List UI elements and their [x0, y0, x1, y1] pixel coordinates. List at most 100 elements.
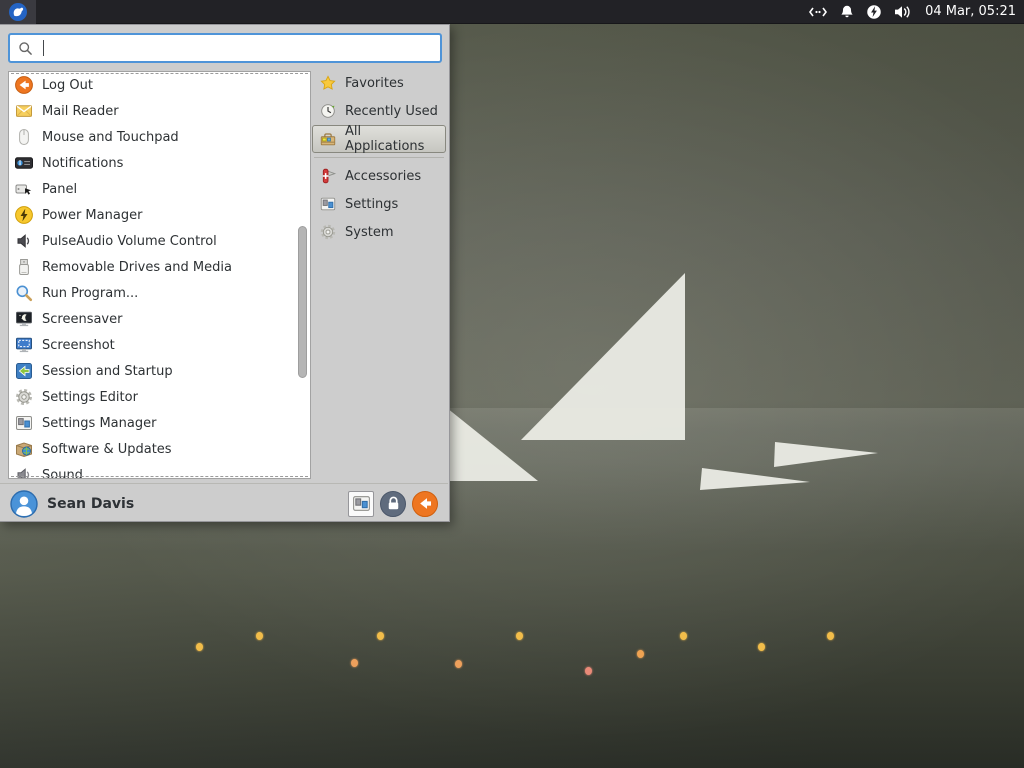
run-icon [14, 283, 34, 303]
list-item[interactable]: Settings Editor [9, 384, 310, 410]
notifications-icon [14, 153, 34, 173]
app-label: Settings Manager [42, 416, 156, 431]
category-label: Settings [345, 197, 398, 212]
category-label: All Applications [345, 124, 439, 154]
app-label: Panel [42, 182, 77, 197]
category-list: Favorites Recently Used All Applications Ac… [312, 69, 446, 246]
list-item[interactable]: Software & Updates [9, 436, 310, 462]
power-icon [14, 205, 34, 225]
list-item[interactable]: Session and Startup [9, 358, 310, 384]
category-item-system[interactable]: System [312, 218, 446, 246]
whisker-menu-button[interactable] [0, 0, 36, 24]
app-label: Software & Updates [42, 442, 172, 457]
clock-icon [319, 102, 337, 120]
list-item[interactable]: Mail Reader [9, 98, 310, 124]
sound-icon [14, 465, 34, 479]
whisker-menu-icon [8, 2, 28, 22]
app-label: Mouse and Touchpad [42, 130, 179, 145]
settings-manager-button[interactable] [348, 491, 374, 517]
pulseaudio-icon [14, 231, 34, 251]
user-name: Sean Davis [47, 496, 134, 512]
bell-icon[interactable] [839, 4, 855, 20]
system-tray: 04 Mar, 05:21 [807, 4, 1024, 20]
list-item[interactable]: Mouse and Touchpad [9, 124, 310, 150]
list-item[interactable]: PulseAudio Volume Control [9, 228, 310, 254]
app-label: Log Out [42, 78, 93, 93]
whisker-menu: Log Out Mail Reader Mouse and Touchpad Noti… [0, 24, 450, 522]
lock-screen-button[interactable] [380, 491, 406, 517]
category-item-favorites[interactable]: Favorites [312, 69, 446, 97]
panel-icon [14, 179, 34, 199]
menu-footer: Sean Davis [0, 483, 448, 523]
wallpaper-dot [680, 632, 687, 640]
category-item-recently-used[interactable]: Recently Used [312, 97, 446, 125]
app-label: Power Manager [42, 208, 142, 223]
screenshot-icon [14, 335, 34, 355]
wallpaper-dot [637, 650, 644, 658]
app-label: Mail Reader [42, 104, 119, 119]
logout-icon [14, 75, 34, 95]
app-label: Sound [42, 468, 83, 480]
system-icon [319, 223, 337, 241]
list-item[interactable]: Run Program... [9, 280, 310, 306]
app-label: Screenshot [42, 338, 115, 353]
panel-clock[interactable]: 04 Mar, 05:21 [923, 4, 1016, 19]
network-icon[interactable] [807, 4, 829, 20]
list-item[interactable]: Panel [9, 176, 310, 202]
list-item[interactable]: Notifications [9, 150, 310, 176]
category-label: Accessories [345, 169, 421, 184]
category-item-settings[interactable]: Settings [312, 190, 446, 218]
wallpaper-dot [377, 632, 384, 640]
scrollbar-thumb[interactable] [298, 226, 307, 378]
applications-icon [319, 130, 337, 148]
category-divider [314, 157, 444, 158]
top-panel: 04 Mar, 05:21 [0, 0, 1024, 24]
wallpaper-dot [585, 667, 592, 675]
list-item[interactable]: Screensaver [9, 306, 310, 332]
category-label: Recently Used [345, 104, 438, 119]
footer-buttons [348, 491, 438, 517]
wallpaper-dot [758, 643, 765, 651]
text-caret [43, 40, 44, 56]
list-item[interactable]: Log Out [9, 72, 310, 98]
log-out-button[interactable] [412, 491, 438, 517]
app-label: Notifications [42, 156, 123, 171]
category-item-accessories[interactable]: Accessories [312, 162, 446, 190]
list-item[interactable]: Settings Manager [9, 410, 310, 436]
wallpaper-dot [196, 643, 203, 651]
app-label: Removable Drives and Media [42, 260, 232, 275]
list-item[interactable]: Removable Drives and Media [9, 254, 310, 280]
app-label: Screensaver [42, 312, 122, 327]
app-label: Run Program... [42, 286, 138, 301]
accessories-icon [319, 167, 337, 185]
wallpaper-dot [827, 632, 834, 640]
volume-icon[interactable] [893, 4, 913, 20]
software-icon [14, 439, 34, 459]
app-label: PulseAudio Volume Control [42, 234, 217, 249]
category-label: System [345, 225, 393, 240]
search-input[interactable] [8, 33, 442, 63]
category-label: Favorites [345, 76, 404, 91]
app-label: Settings Editor [42, 390, 138, 405]
application-list: Log Out Mail Reader Mouse and Touchpad Noti… [8, 71, 311, 479]
list-item[interactable]: Power Manager [9, 202, 310, 228]
wallpaper-dot [351, 659, 358, 667]
user-avatar-icon [10, 490, 38, 518]
wallpaper-dot [455, 660, 462, 668]
list-item[interactable]: Sound [9, 462, 310, 479]
star-icon [319, 74, 337, 92]
settings-editor-icon [14, 387, 34, 407]
session-icon [14, 361, 34, 381]
power-panel-icon[interactable] [865, 4, 883, 20]
mouse-icon [14, 127, 34, 147]
category-item-all-applications[interactable]: All Applications [312, 125, 446, 153]
mail-icon [14, 101, 34, 121]
settings-icon [319, 195, 337, 213]
screensaver-icon [14, 309, 34, 329]
settings-manager-icon [14, 413, 34, 433]
wallpaper-dot [516, 632, 523, 640]
removable-icon [14, 257, 34, 277]
app-label: Session and Startup [42, 364, 173, 379]
search-icon [17, 40, 34, 57]
list-item[interactable]: Screenshot [9, 332, 310, 358]
